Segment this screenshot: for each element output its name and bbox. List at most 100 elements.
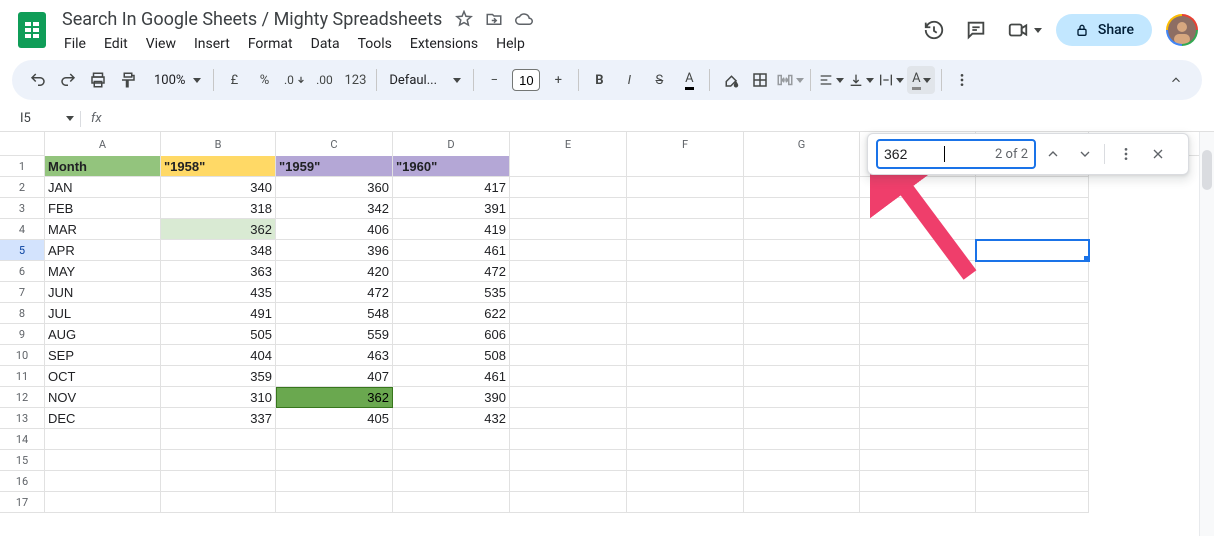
cell-D1[interactable]: "1960" (393, 156, 510, 177)
row-header-13[interactable]: 13 (0, 408, 45, 429)
valign-button[interactable] (847, 66, 875, 94)
cell-B4[interactable]: 362 (161, 219, 276, 240)
text-color-button[interactable]: A (675, 66, 703, 94)
cell-E1[interactable] (510, 156, 627, 177)
cell-A10[interactable]: SEP (45, 345, 161, 366)
cell-F5[interactable] (627, 240, 744, 261)
cell-D15[interactable] (393, 450, 510, 471)
cell-A11[interactable]: OCT (45, 366, 161, 387)
cell-F15[interactable] (627, 450, 744, 471)
cell-C1[interactable]: "1959" (276, 156, 393, 177)
cell-A16[interactable] (45, 471, 161, 492)
cell-I7[interactable] (976, 282, 1089, 303)
cell-F9[interactable] (627, 324, 744, 345)
cell-H4[interactable] (860, 219, 976, 240)
cell-F12[interactable] (627, 387, 744, 408)
cell-B7[interactable]: 435 (161, 282, 276, 303)
cell-G6[interactable] (744, 261, 860, 282)
cell-E7[interactable] (510, 282, 627, 303)
row-header-8[interactable]: 8 (0, 303, 45, 324)
cell-A8[interactable]: JUL (45, 303, 161, 324)
cell-C17[interactable] (276, 492, 393, 513)
cell-E11[interactable] (510, 366, 627, 387)
cell-I14[interactable] (976, 429, 1089, 450)
cell-A5[interactable]: APR (45, 240, 161, 261)
fill-color-button[interactable] (716, 66, 744, 94)
cell-C3[interactable]: 342 (276, 198, 393, 219)
cell-C4[interactable]: 406 (276, 219, 393, 240)
row-header-7[interactable]: 7 (0, 282, 45, 303)
font-size-input[interactable] (512, 69, 540, 91)
cell-G3[interactable] (744, 198, 860, 219)
cell-I11[interactable] (976, 366, 1089, 387)
cell-F16[interactable] (627, 471, 744, 492)
cell-G14[interactable] (744, 429, 860, 450)
column-header-E[interactable]: E (510, 132, 627, 156)
cell-B9[interactable]: 505 (161, 324, 276, 345)
cell-H13[interactable] (860, 408, 976, 429)
cell-F6[interactable] (627, 261, 744, 282)
cell-H9[interactable] (860, 324, 976, 345)
menu-help[interactable]: Help (488, 32, 533, 56)
cell-A13[interactable]: DEC (45, 408, 161, 429)
find-next-button[interactable] (1070, 139, 1100, 169)
cell-I5[interactable] (976, 240, 1089, 261)
row-header-17[interactable]: 17 (0, 492, 45, 513)
cell-F3[interactable] (627, 198, 744, 219)
cell-D10[interactable]: 508 (393, 345, 510, 366)
bold-button[interactable]: B (585, 66, 613, 94)
find-options-button[interactable] (1111, 139, 1141, 169)
cell-I12[interactable] (976, 387, 1089, 408)
menu-tools[interactable]: Tools (350, 32, 400, 56)
more-toolbar-button[interactable] (948, 66, 976, 94)
name-box[interactable]: I5 (0, 111, 80, 126)
cell-G17[interactable] (744, 492, 860, 513)
cell-B13[interactable]: 337 (161, 408, 276, 429)
cell-G12[interactable] (744, 387, 860, 408)
cell-C14[interactable] (276, 429, 393, 450)
find-prev-button[interactable] (1038, 139, 1068, 169)
currency-button[interactable]: £ (220, 66, 248, 94)
cell-G15[interactable] (744, 450, 860, 471)
cell-D12[interactable]: 390 (393, 387, 510, 408)
cell-H10[interactable] (860, 345, 976, 366)
cell-E5[interactable] (510, 240, 627, 261)
star-icon[interactable] (454, 9, 474, 29)
row-header-9[interactable]: 9 (0, 324, 45, 345)
cell-I17[interactable] (976, 492, 1089, 513)
cell-B6[interactable]: 363 (161, 261, 276, 282)
number-format-button[interactable]: 123 (340, 66, 370, 94)
row-header-5[interactable]: 5 (0, 240, 45, 261)
cell-C13[interactable]: 405 (276, 408, 393, 429)
cell-D14[interactable] (393, 429, 510, 450)
row-header-3[interactable]: 3 (0, 198, 45, 219)
cell-G11[interactable] (744, 366, 860, 387)
cell-H3[interactable] (860, 198, 976, 219)
cell-H2[interactable] (860, 177, 976, 198)
cell-I16[interactable] (976, 471, 1089, 492)
cell-H7[interactable] (860, 282, 976, 303)
cell-C9[interactable]: 559 (276, 324, 393, 345)
undo-button[interactable] (24, 66, 52, 94)
cell-A2[interactable]: JAN (45, 177, 161, 198)
cell-I10[interactable] (976, 345, 1089, 366)
cell-C10[interactable]: 463 (276, 345, 393, 366)
merge-button[interactable] (776, 66, 804, 94)
row-header-10[interactable]: 10 (0, 345, 45, 366)
row-header-2[interactable]: 2 (0, 177, 45, 198)
cell-A1[interactable]: Month (45, 156, 161, 177)
cell-F11[interactable] (627, 366, 744, 387)
row-header-4[interactable]: 4 (0, 219, 45, 240)
strike-button[interactable]: S (645, 66, 673, 94)
wrap-button[interactable] (877, 66, 905, 94)
cell-A12[interactable]: NOV (45, 387, 161, 408)
sheets-logo[interactable] (12, 10, 52, 50)
cell-C6[interactable]: 420 (276, 261, 393, 282)
cell-H14[interactable] (860, 429, 976, 450)
cell-G7[interactable] (744, 282, 860, 303)
cell-I9[interactable] (976, 324, 1089, 345)
menu-insert[interactable]: Insert (186, 32, 238, 56)
select-all-corner[interactable] (0, 132, 45, 156)
cell-I8[interactable] (976, 303, 1089, 324)
row-header-14[interactable]: 14 (0, 429, 45, 450)
